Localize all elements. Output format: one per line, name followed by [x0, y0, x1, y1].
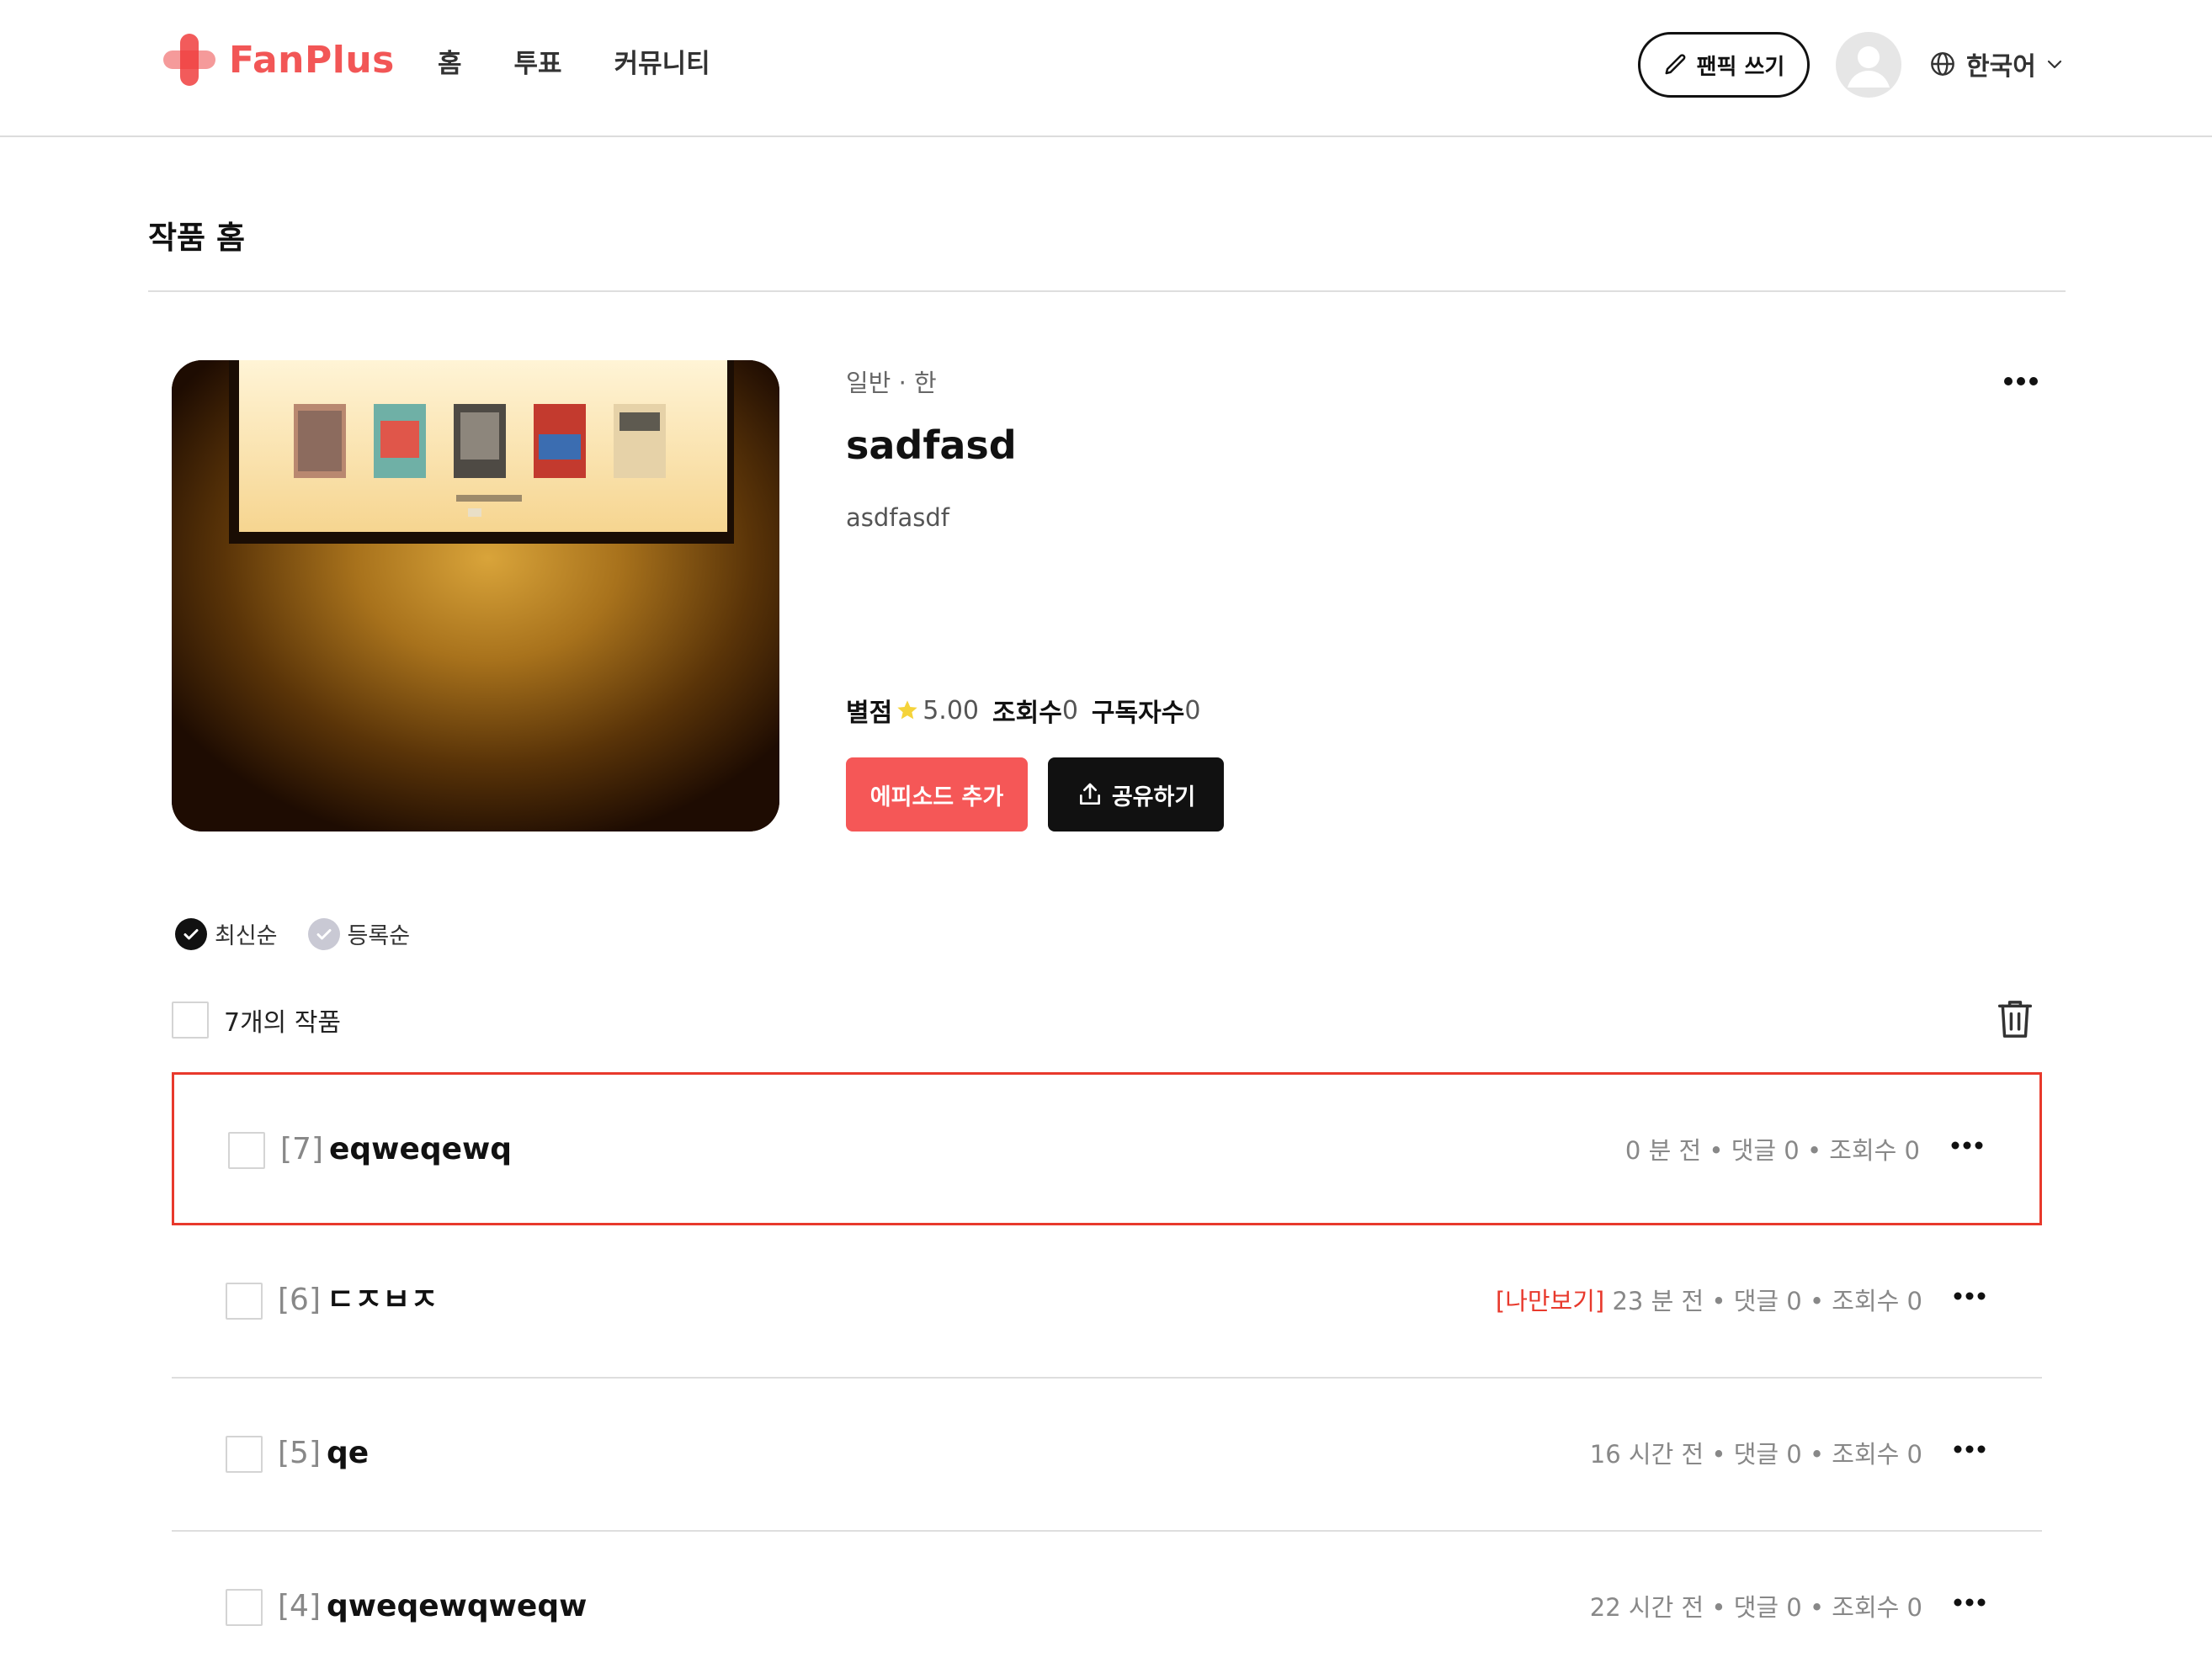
write-fanfic-label: 팬픽 쓰기 [1696, 54, 1785, 80]
top-header: FanPlus 홈 투표 커뮤니티 팬픽 쓰기 한국어 [0, 0, 2212, 137]
sort-registered-label: 등록순 [347, 923, 411, 949]
episode-views: 조회수 0 [1829, 1136, 1920, 1165]
list-count-row: 7개의 작품 [172, 1002, 341, 1039]
episode-title[interactable]: qweqewqweqw [327, 1586, 587, 1628]
work-description: asdfasdf [846, 503, 949, 532]
episode-more-icon[interactable] [1950, 1139, 1984, 1155]
title-divider [148, 290, 2066, 292]
private-badge: [나만보기] [1495, 1287, 1605, 1315]
write-fanfic-button[interactable]: 팬픽 쓰기 [1638, 32, 1810, 98]
user-icon [1848, 46, 1890, 88]
episode-meta: 0 분 전 • 댓글 0 • 조회수 0 [1624, 1136, 1920, 1165]
globe-icon [1931, 52, 1954, 76]
episode-comments: 댓글 0 [1733, 1440, 1802, 1469]
episode-more-icon[interactable] [1953, 1596, 1986, 1612]
work-more-icon[interactable] [2003, 375, 2039, 391]
nav-vote[interactable]: 투표 [514, 42, 562, 86]
episode-checkbox[interactable] [228, 1132, 265, 1169]
episode-views: 조회수 0 [1832, 1440, 1922, 1469]
sort-latest[interactable]: 최신순 [175, 917, 278, 950]
share-button[interactable]: 공유하기 [1048, 757, 1224, 832]
subscribers-value: 0 [1184, 695, 1201, 725]
episode-checkbox[interactable] [226, 1436, 263, 1473]
episode-row[interactable]: [7] eqweqewq 0 분 전 • 댓글 0 • 조회수 0 [172, 1072, 2042, 1225]
fanplus-logo[interactable]: FanPlus [162, 30, 395, 89]
share-icon [1079, 783, 1100, 805]
language-selector[interactable]: 한국어 [1929, 42, 2075, 86]
views-label: 조회수 [992, 699, 1062, 728]
episode-comments: 댓글 0 [1731, 1136, 1800, 1165]
logo-text: FanPlus [229, 38, 395, 82]
add-episode-button[interactable]: 에피소드 추가 [846, 757, 1028, 832]
page-title: 작품 홈 [148, 220, 246, 256]
episode-time: 23 분 전 [1612, 1287, 1704, 1315]
subscribers-label: 구독자수 [1091, 699, 1185, 728]
chevron-down-icon [2047, 60, 2061, 69]
episode-title[interactable]: ㄷㅈㅂㅈ [327, 1279, 438, 1321]
episode-list: [7] eqweqewq 0 분 전 • 댓글 0 • 조회수 0 [6] ㄷㅈ… [172, 1072, 2042, 1663]
nav-community[interactable]: 커뮤니티 [614, 42, 710, 86]
episode-views: 조회수 0 [1832, 1593, 1922, 1622]
episode-checkbox[interactable] [226, 1283, 263, 1320]
episode-time: 0 분 전 [1624, 1136, 1702, 1165]
plus-logo-icon [162, 32, 217, 88]
star-icon [897, 700, 917, 720]
episode-row[interactable]: [4] qweqewqweqw 22 시간 전 • 댓글 0 • 조회수 0 [172, 1532, 2042, 1663]
episode-time: 22 시간 전 [1589, 1593, 1704, 1622]
sort-options: 최신순 등록순 [175, 917, 440, 950]
sort-latest-label: 최신순 [215, 923, 278, 949]
episode-number: [4] [278, 1589, 321, 1623]
work-title: sadfasd [846, 422, 1017, 468]
trash-icon[interactable] [1997, 998, 2034, 1044]
episode-time: 16 시간 전 [1589, 1440, 1704, 1469]
rating-label: 별점 [846, 699, 893, 728]
episode-meta: 22 시간 전 • 댓글 0 • 조회수 0 [1589, 1593, 1922, 1622]
rating-value: 5.00 [923, 695, 979, 725]
avatar[interactable] [1836, 32, 1901, 98]
episode-meta: 16 시간 전 • 댓글 0 • 조회수 0 [1589, 1440, 1922, 1469]
episode-checkbox[interactable] [226, 1589, 263, 1626]
share-label: 공유하기 [1111, 784, 1196, 810]
work-cover-image [172, 360, 779, 832]
episode-comments: 댓글 0 [1733, 1593, 1802, 1622]
check-icon [307, 917, 340, 950]
episode-number: [6] [278, 1283, 321, 1317]
episode-meta: [나만보기] 23 분 전 • 댓글 0 • 조회수 0 [1495, 1287, 1922, 1315]
episode-row[interactable]: [5] qe 16 시간 전 • 댓글 0 • 조회수 0 [172, 1379, 2042, 1532]
episode-comments: 댓글 0 [1733, 1287, 1802, 1315]
episode-more-icon[interactable] [1953, 1443, 1986, 1458]
work-genre: 일반 · 한 [846, 369, 937, 397]
episode-views: 조회수 0 [1832, 1287, 1922, 1315]
episode-number: [5] [278, 1436, 321, 1470]
select-all-checkbox[interactable] [172, 1002, 209, 1039]
episode-title[interactable]: eqweqewq [329, 1129, 512, 1171]
sort-registered[interactable]: 등록순 [307, 917, 411, 950]
nav-home[interactable]: 홈 [438, 42, 462, 86]
episode-more-icon[interactable] [1953, 1289, 1986, 1305]
language-label: 한국어 [1966, 52, 2036, 82]
views-value: 0 [1061, 695, 1078, 725]
check-icon [175, 917, 207, 950]
episode-number: [7] [280, 1132, 323, 1166]
work-stats: 별점 5.00 조회수 0 구독자수 0 [846, 692, 1214, 729]
main-nav: 홈 투표 커뮤니티 [438, 42, 763, 86]
episode-row[interactable]: [6] ㄷㅈㅂㅈ [나만보기] 23 분 전 • 댓글 0 • 조회수 0 [172, 1225, 2042, 1379]
list-count-label: 7개의 작품 [224, 1008, 342, 1038]
pencil-icon [1665, 54, 1686, 75]
episode-title[interactable]: qe [327, 1432, 369, 1474]
